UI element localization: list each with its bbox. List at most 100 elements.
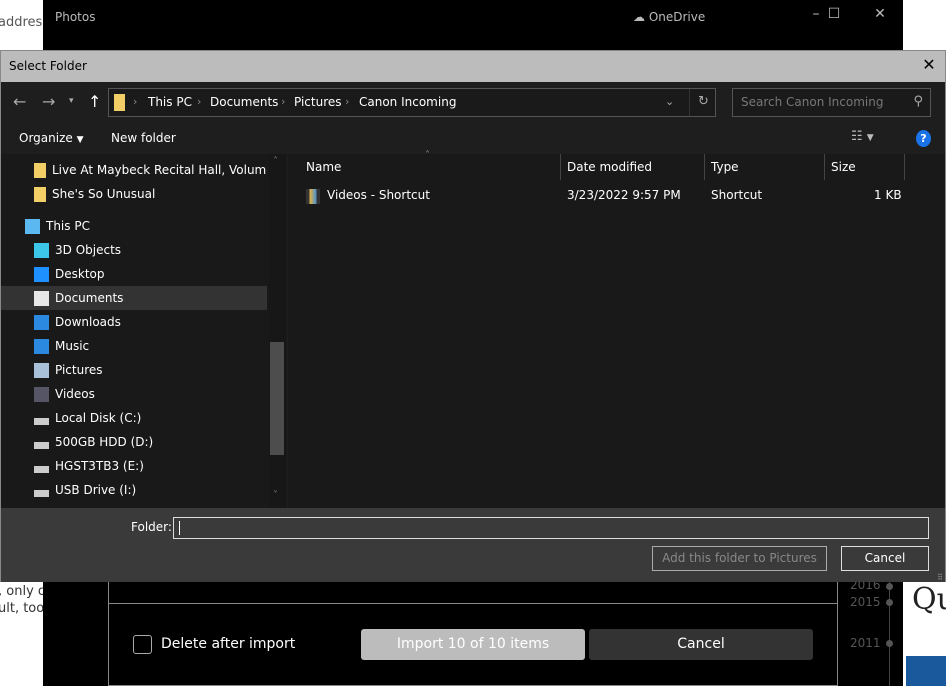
timeline-dot (886, 640, 893, 647)
drive-icon (34, 441, 49, 449)
nav-item[interactable]: 3D Objects (1, 238, 267, 262)
column-header-type[interactable]: Type (711, 160, 739, 174)
nav-item-label: 500GB HDD (D:) (55, 435, 154, 449)
select-folder-dialog: Select Folder ✕ ← → ▾ ↑ › This PC › Docu… (0, 50, 946, 582)
nav-item[interactable]: Music (1, 334, 267, 358)
column-divider[interactable] (560, 154, 561, 180)
nav-item-label: HGST3TB3 (E:) (55, 459, 144, 473)
background-heading: Qu (912, 582, 946, 617)
import-button[interactable]: Import 10 of 10 items (361, 629, 585, 660)
add-folder-button[interactable]: Add this folder to Pictures (652, 546, 827, 571)
delete-after-import-label[interactable]: Delete after import (161, 636, 295, 652)
nav-item[interactable]: Desktop (1, 262, 267, 286)
up-arrow-icon[interactable]: ↑ (88, 92, 101, 111)
nav-item[interactable]: Live At Maybeck Recital Hall, Volume Nin… (1, 158, 267, 182)
nav-item-label: Pictures (55, 363, 103, 377)
help-icon[interactable]: ? (916, 130, 931, 147)
nav-scrollbar-thumb[interactable] (270, 342, 284, 455)
breadcrumb-separator-icon: › (197, 95, 202, 108)
dialog-close-button[interactable]: ✕ (919, 55, 939, 74)
nav-item[interactable]: Pictures (1, 358, 267, 382)
maximize-button[interactable]: ☐ (819, 6, 849, 22)
organize-label: Organize (19, 131, 73, 145)
column-header-name[interactable]: Name (306, 160, 341, 174)
nav-item-label: She's So Unusual (52, 187, 156, 201)
pictures-icon (34, 362, 49, 378)
scroll-down-icon[interactable]: ˅ (273, 490, 278, 501)
text-caret (179, 521, 180, 535)
system-drive-icon (34, 417, 49, 425)
timeline-year[interactable]: 2015 (850, 595, 881, 609)
delete-after-import-checkbox[interactable] (133, 635, 152, 654)
import-panel: Delete after import Import 10 of 10 item… (108, 582, 838, 686)
address-dropdown-chevron-icon[interactable]: ⌄ (665, 95, 674, 108)
nav-item[interactable]: Local Disk (C:) (1, 406, 267, 430)
file-list: ˄ Name Date modified Type Size Videos - … (288, 150, 945, 508)
column-divider[interactable] (704, 154, 705, 180)
view-options-icon[interactable]: ☷ ▼ (851, 129, 874, 144)
onedrive-status[interactable]: ☁ OneDrive (633, 10, 705, 24)
column-divider[interactable] (904, 154, 905, 180)
folder-input[interactable] (173, 517, 929, 539)
new-folder-button[interactable]: New folder (111, 131, 176, 145)
timeline-dot (886, 583, 893, 590)
column-header-size[interactable]: Size (831, 160, 856, 174)
breadcrumb-separator-icon: › (281, 95, 286, 108)
folder-label: Folder: (131, 520, 172, 534)
breadcrumb-canon-incoming[interactable]: Canon Incoming (359, 95, 456, 109)
nav-item-label: Music (55, 339, 90, 353)
forward-arrow-icon[interactable]: → (42, 92, 55, 111)
search-box[interactable]: Search Canon Incoming ⚲ (732, 88, 931, 117)
nav-item-label: Documents (55, 291, 124, 305)
nav-item[interactable]: This PC (1, 214, 267, 238)
column-divider[interactable] (824, 154, 825, 180)
nav-item[interactable]: Videos (1, 382, 267, 406)
document-icon (34, 290, 49, 306)
folder-icon (34, 162, 46, 178)
organize-menu[interactable]: Organize ▼ (19, 131, 84, 145)
background-blue-block (906, 656, 946, 686)
nav-item[interactable]: Documents (1, 286, 267, 310)
divider (109, 603, 837, 604)
cloud-off-icon: ☁ (633, 10, 649, 24)
divider (689, 89, 690, 116)
back-arrow-icon[interactable]: ← (13, 92, 26, 111)
refresh-icon[interactable]: ↻ (698, 94, 709, 109)
column-header-date-modified[interactable]: Date modified (567, 160, 652, 174)
resize-grip-icon[interactable]: ⠿ (937, 573, 943, 582)
nav-item[interactable]: HGST3TB3 (E:) (1, 454, 267, 478)
cube-icon (34, 242, 49, 258)
nav-item[interactable]: Downloads (1, 310, 267, 334)
breadcrumb-pictures[interactable]: Pictures (294, 95, 342, 109)
nav-item[interactable]: 500GB HDD (D:) (1, 430, 267, 454)
close-button[interactable]: ✕ (865, 6, 895, 22)
dialog-cancel-button[interactable]: Cancel (841, 546, 929, 571)
breadcrumb-this-pc[interactable]: This PC (148, 95, 192, 109)
file-name: Videos - Shortcut (327, 188, 430, 202)
file-type: Shortcut (711, 188, 763, 202)
dialog-title: Select Folder (9, 59, 87, 73)
nav-item-label: Downloads (55, 315, 121, 329)
breadcrumb-documents[interactable]: Documents (210, 95, 278, 109)
nav-item-label: Desktop (55, 267, 105, 281)
nav-item[interactable]: She's So Unusual (1, 182, 267, 206)
dialog-footer: Folder: Add this folder to Pictures Canc… (1, 508, 945, 582)
scroll-up-icon[interactable]: ˄ (273, 156, 278, 167)
videos-icon (34, 386, 49, 402)
file-date: 3/23/2022 9:57 PM (567, 188, 681, 202)
nav-item-label: USB Drive (I:) (55, 483, 137, 497)
nav-item[interactable]: USB Drive (I:) (1, 478, 267, 502)
address-bar[interactable]: › This PC › Documents › Pictures › Canon… (108, 88, 716, 117)
nav-item-label: 3D Objects (55, 243, 122, 257)
photos-cancel-button[interactable]: Cancel (589, 629, 813, 660)
desktop-icon (34, 266, 49, 282)
dialog-title-bar: Select Folder ✕ (1, 51, 945, 82)
folder-icon (34, 186, 46, 202)
breadcrumb-separator-icon: › (133, 95, 138, 108)
browser-text: ult, too. (0, 601, 49, 616)
sort-ascending-icon: ˄ (425, 150, 430, 161)
onedrive-label: OneDrive (648, 10, 706, 24)
timeline-year[interactable]: 2011 (850, 636, 881, 650)
search-icon[interactable]: ⚲ (913, 94, 923, 109)
recent-locations-chevron-icon[interactable]: ▾ (69, 96, 74, 106)
